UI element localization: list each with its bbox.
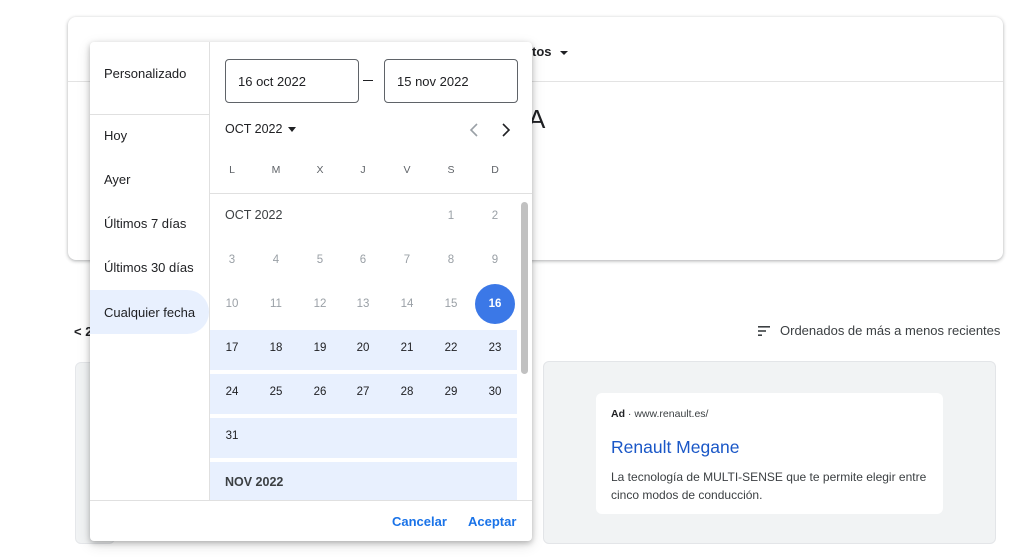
ad-separator: ·: [627, 408, 632, 420]
range-dash: [363, 80, 373, 81]
ad-title-link[interactable]: Renault Megane: [611, 437, 739, 458]
calendar-day[interactable]: 8: [431, 240, 471, 280]
weekday-label: S: [447, 164, 455, 176]
calendar-day[interactable]: 3: [212, 240, 252, 280]
date-range-picker: Personalizado Hoy Ayer Últimos 7 días Úl…: [90, 42, 532, 541]
start-date-field[interactable]: 16 oct 2022: [225, 59, 359, 103]
calendar-day[interactable]: 30: [475, 372, 515, 412]
accept-button[interactable]: Aceptar: [468, 514, 516, 529]
filter-dropdown[interactable]: tos: [532, 44, 568, 59]
weekday-label: L: [229, 164, 235, 176]
calendar-day[interactable]: 10: [212, 284, 252, 324]
sort-button[interactable]: Ordenados de más a menos recientes: [758, 323, 1000, 338]
preset-today[interactable]: Hoy: [90, 113, 210, 157]
calendar-day[interactable]: 31: [212, 416, 252, 456]
prev-month-button[interactable]: [462, 118, 486, 142]
caret-down-icon: [288, 126, 297, 132]
preset-list: Personalizado Hoy Ayer Últimos 7 días Úl…: [90, 42, 210, 500]
calendar-day[interactable]: 11: [256, 284, 296, 324]
chevron-down-icon: [559, 50, 568, 55]
preset-any-date[interactable]: Cualquier fecha: [90, 290, 209, 334]
preset-last-7-days[interactable]: Últimos 7 días: [90, 201, 210, 245]
calendar-grid: OCT 2022 1 2 3 4 5 6 7 8 9 10 11 12 13 14 15 16 17 18 19 20 2…: [210, 194, 532, 500]
calendar-day[interactable]: 15: [431, 284, 471, 324]
month-label: NOV 2022: [225, 475, 284, 489]
calendar-day[interactable]: 28: [387, 372, 427, 412]
range-highlight: [210, 418, 517, 458]
ad-url: www.renault.es/: [634, 408, 709, 420]
calendar-day[interactable]: 24: [212, 372, 252, 412]
weekday-label: J: [360, 164, 366, 176]
weekday-label: X: [316, 164, 324, 176]
calendar-scrollbar[interactable]: [521, 202, 528, 374]
chevron-right-icon: [502, 123, 511, 137]
calendar-day[interactable]: 6: [343, 240, 383, 280]
weekday-label: D: [491, 164, 499, 176]
calendar-day[interactable]: 7: [387, 240, 427, 280]
calendar-day[interactable]: 2: [475, 196, 515, 236]
calendar-day[interactable]: 4: [256, 240, 296, 280]
sort-label: Ordenados de más a menos recientes: [780, 323, 1001, 338]
preset-last-30-days[interactable]: Últimos 30 días: [90, 245, 210, 289]
ad-label: Ad: [611, 408, 625, 420]
month-selector[interactable]: OCT 2022: [225, 122, 297, 136]
calendar-day[interactable]: 12: [300, 284, 340, 324]
calendar-day[interactable]: 18: [256, 328, 296, 368]
month-label: OCT 2022: [225, 208, 283, 222]
ad-card[interactable]: Ad · www.renault.es/ Renault Megane La t…: [596, 393, 943, 514]
calendar-day[interactable]: 19: [300, 328, 340, 368]
calendar-day[interactable]: 21: [387, 328, 427, 368]
calendar-day[interactable]: 27: [343, 372, 383, 412]
calendar-day[interactable]: 23: [475, 328, 515, 368]
calendar-day[interactable]: 14: [387, 284, 427, 324]
preset-yesterday[interactable]: Ayer: [90, 157, 210, 201]
preset-custom[interactable]: Personalizado: [90, 51, 210, 95]
next-month-button[interactable]: [494, 118, 518, 142]
calendar-day[interactable]: 29: [431, 372, 471, 412]
calendar-day[interactable]: 16: [475, 284, 515, 324]
calendar-day[interactable]: 20: [343, 328, 383, 368]
sort-icon: [758, 325, 770, 336]
calendar-day[interactable]: 26: [300, 372, 340, 412]
calendar-day[interactable]: 5: [300, 240, 340, 280]
ad-description: La tecnología de MULTI-SENSE que te perm…: [611, 470, 927, 502]
weekday-label: M: [271, 164, 281, 176]
cancel-button[interactable]: Cancelar: [392, 514, 447, 529]
chevron-left-icon: [469, 123, 478, 137]
end-date-field[interactable]: 15 nov 2022: [384, 59, 518, 103]
calendar-day[interactable]: 1: [431, 196, 471, 236]
picker-footer: Cancelar Aceptar: [90, 500, 532, 541]
ad-header: Ad · www.renault.es/: [611, 408, 708, 420]
calendar-day[interactable]: 9: [475, 240, 515, 280]
calendar-day[interactable]: 17: [212, 328, 252, 368]
month-selector-label: OCT 2022: [225, 122, 283, 136]
calendar-day[interactable]: 25: [256, 372, 296, 412]
calendar-day[interactable]: 13: [343, 284, 383, 324]
calendar-day[interactable]: 22: [431, 328, 471, 368]
weekday-label: V: [403, 164, 411, 176]
